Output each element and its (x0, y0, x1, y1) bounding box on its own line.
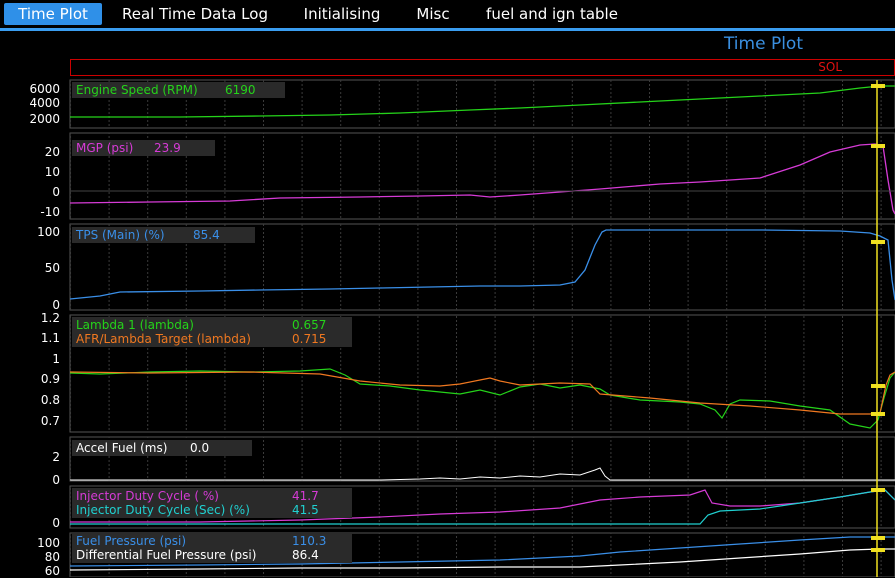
fuel-pressure-value: 110.3 (292, 534, 327, 548)
rpm-label: Engine Speed (RPM) (76, 83, 198, 97)
rpm-channel-label: Engine Speed (RPM) 6190 (72, 82, 285, 98)
tps-tick: 0 (52, 298, 60, 312)
lambda-tick: 1.2 (40, 311, 60, 325)
lambda-tick: 0.8 (40, 393, 60, 407)
tps-tick: 50 (44, 261, 60, 275)
tps-value: 85.4 (193, 228, 220, 242)
injector-duty-label: Injector Duty Cycle ( %) (76, 489, 219, 503)
lambda-value: 0.657 (292, 318, 327, 332)
mgp-tick: 0 (52, 185, 60, 199)
rpm-tick: 6000 (29, 82, 60, 96)
mgp-tick: 20 (44, 145, 60, 159)
mgp-value: 23.9 (154, 141, 181, 155)
mgp-channel-label: MGP (psi) 23.9 (72, 140, 215, 156)
tps-tick: 100 (37, 225, 60, 239)
fuel-pressure-channel-label: Fuel Pressure (psi) 110.3 Differential F… (72, 533, 352, 563)
lambda-tick: 0.7 (40, 414, 60, 428)
lambda-label: Lambda 1 (lambda) (76, 318, 194, 332)
accel-label: Accel Fuel (ms) (76, 441, 168, 455)
mgp-tick: 10 (44, 165, 60, 179)
rpm-tick: 4000 (29, 96, 60, 110)
afr-target-value: 0.715 (292, 332, 327, 346)
accel-channel-label: Accel Fuel (ms) 0.0 (72, 440, 252, 456)
afr-target-label: AFR/Lambda Target (lambda) (76, 332, 251, 346)
accel-tick: 2 (52, 450, 60, 464)
accel-value: 0.0 (190, 441, 210, 455)
lambda-tick: 1 (52, 352, 60, 366)
injector-duty-sec-label: Injector Duty Cycle (Sec) (%) (76, 503, 250, 517)
injector-duty-sec-value: 41.5 (292, 503, 319, 517)
tps-label: TPS (Main) (%) (76, 228, 165, 242)
diff-fuel-pressure-value: 86.4 (292, 548, 319, 562)
tps-channel-label: TPS (Main) (%) 85.4 (72, 227, 255, 243)
fuel-pressure-tick: 80 (44, 550, 60, 564)
injector-duty-value: 41.7 (292, 489, 319, 503)
lambda-tick: 1.1 (40, 331, 60, 345)
diff-fuel-pressure-label: Differential Fuel Pressure (psi) (76, 548, 257, 562)
accel-tick: 0 (52, 473, 60, 487)
mgp-label: MGP (psi) (76, 141, 134, 155)
fuel-pressure-tick: 100 (37, 536, 60, 550)
rpm-tick: 2000 (29, 112, 60, 126)
injector-channel-label: Injector Duty Cycle ( %) 41.7 Injector D… (72, 488, 352, 518)
rpm-value: 6190 (225, 83, 256, 97)
injector-tick: 0 (52, 516, 60, 530)
lambda-tick: 0.9 (40, 372, 60, 386)
mgp-tick: -10 (40, 205, 60, 219)
fuel-pressure-tick: 60 (44, 564, 60, 578)
fuel-pressure-label: Fuel Pressure (psi) (76, 534, 187, 548)
lambda-channel-label: Lambda 1 (lambda) 0.657 AFR/Lambda Targe… (72, 317, 352, 347)
